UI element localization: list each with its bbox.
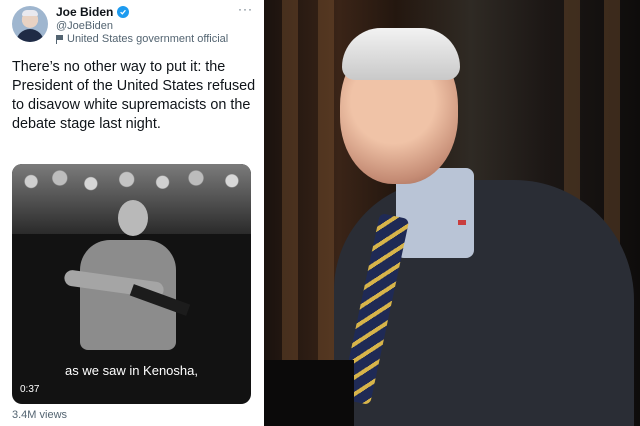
author-handle[interactable]: @JoeBiden — [56, 20, 113, 32]
video-player[interactable]: as we saw in Kenosha, 0:37 — [12, 164, 251, 404]
video-figure-head — [118, 200, 148, 236]
podium — [264, 360, 354, 426]
government-label-text: United States government official — [67, 33, 229, 45]
flag-icon — [56, 34, 64, 44]
author-row: Joe Biden — [56, 5, 130, 19]
video-caption: as we saw in Kenosha, — [65, 363, 198, 378]
view-count: 3.4M views — [12, 409, 68, 421]
tweet-text: There’s no other way to put it: the Pres… — [12, 59, 256, 132]
flag-pin — [458, 220, 466, 225]
author-name[interactable]: Joe Biden — [56, 5, 113, 19]
speaker-photo — [264, 0, 640, 426]
government-label: United States government official — [56, 33, 228, 45]
avatar[interactable] — [12, 6, 48, 42]
tweet-card: Joe Biden @JoeBiden United States govern… — [0, 0, 264, 426]
verified-badge-icon — [117, 6, 130, 18]
video-timecode: 0:37 — [20, 384, 40, 395]
photo-hair — [342, 28, 460, 80]
more-icon[interactable]: ··· — [238, 2, 253, 16]
